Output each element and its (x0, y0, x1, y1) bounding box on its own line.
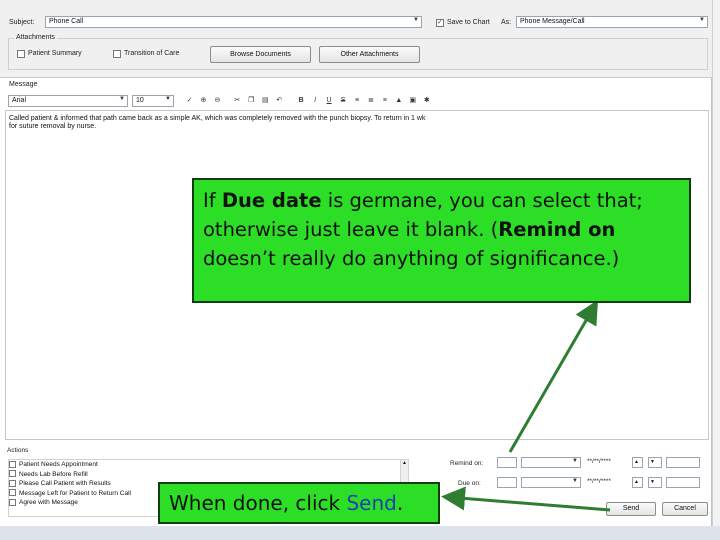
due-date-term: Due date (221, 189, 322, 212)
send-callout: When done, click Send. (158, 482, 440, 524)
due-date-callout: If Due date is germane, you can select t… (192, 178, 691, 303)
send-term: Send (346, 491, 397, 515)
arrow-to-due-date (508, 299, 599, 453)
arrow-to-send (441, 486, 611, 512)
remind-on-term: Remind on (498, 218, 616, 241)
